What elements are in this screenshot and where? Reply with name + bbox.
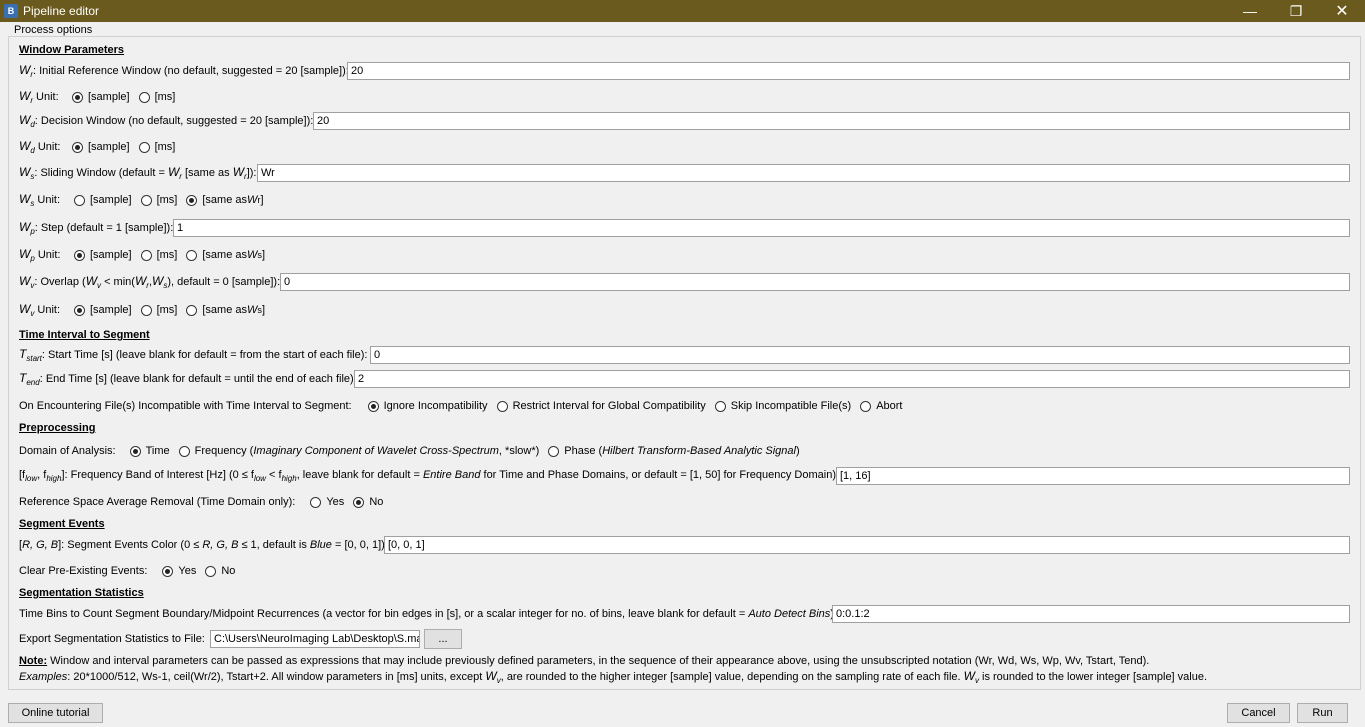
clear-events-row: Clear Pre-Existing Events: Yes No [19, 565, 236, 577]
fband-label: [flow, fhigh]: Frequency Band of Interes… [19, 469, 840, 483]
wr-unit-row: Wr Unit: [sample] [ms] [19, 89, 176, 105]
tend-label: Tend: End Time [s] (leave blank for defa… [19, 371, 357, 387]
wp-unit-sample-radio[interactable]: [sample] [74, 249, 132, 261]
wv-unit-sample-radio[interactable]: [sample] [74, 304, 132, 316]
incompat-row: On Encountering File(s) Incompatible wit… [19, 400, 903, 412]
wv-input[interactable]: 0 [280, 273, 1350, 291]
section-segmentation-statistics: Segmentation Statistics [19, 587, 144, 599]
section-window-parameters: Window Parameters [19, 44, 125, 56]
wp-input[interactable]: 1 [173, 219, 1350, 237]
refspace-yes-radio[interactable]: Yes [310, 496, 344, 508]
wp-label: Wp: Step (default = 1 [sample]): [19, 220, 174, 236]
wv-unit-row: Wv Unit: [sample] [ms] [same as Ws] [19, 302, 266, 318]
ws-unit-ms-radio[interactable]: [ms] [140, 194, 177, 206]
group-title: Process options [12, 24, 95, 36]
timebins-label: Time Bins to Count Segment Boundary/Midp… [19, 608, 837, 620]
clear-events-no-radio[interactable]: No [205, 565, 235, 577]
tstart-label: Tstart: Start Time [s] (leave blank for … [19, 347, 368, 363]
wr-unit-ms-radio[interactable]: [ms] [138, 91, 175, 103]
ws-label: Ws: Sliding Window (default = Wr [same a… [19, 165, 257, 181]
domain-time-radio[interactable]: Time [129, 445, 170, 457]
ws-unit-row: Ws Unit: [sample] [ms] [same as Wr] [19, 192, 264, 208]
fband-input[interactable]: [1, 16] [836, 467, 1350, 485]
section-time-interval: Time Interval to Segment [19, 329, 150, 341]
run-button[interactable]: Run [1297, 703, 1348, 723]
section-segment-events: Segment Events [19, 518, 105, 530]
wd-label: Wd: Decision Window (no default, suggest… [19, 113, 314, 129]
wp-unit-row: Wp Unit: [sample] [ms] [same as Ws] [19, 247, 266, 263]
refspace-no-radio[interactable]: No [353, 496, 383, 508]
timebins-input[interactable]: 0:0.1:2 [832, 605, 1350, 623]
domain-phase-radio[interactable]: Phase (Hilbert Transform-Based Analytic … [548, 445, 800, 457]
export-label: Export Segmentation Statistics to File: [19, 633, 205, 645]
tend-input[interactable]: 2 [354, 370, 1350, 388]
window-title: Pipeline editor [23, 4, 100, 18]
wr-input[interactable]: 20 [347, 62, 1350, 80]
ws-unit-same-as-wr-radio[interactable]: [same as Wr] [186, 194, 264, 206]
ignore-incompat-radio[interactable]: Ignore Incompatibility [367, 400, 488, 412]
clear-events-yes-radio[interactable]: Yes [162, 565, 196, 577]
wd-unit-sample-radio[interactable]: [sample] [72, 141, 130, 153]
domain-row: Domain of Analysis: Time Frequency (Imag… [19, 445, 800, 457]
refspace-row: Reference Space Average Removal (Time Do… [19, 496, 384, 508]
skip-incompat-radio[interactable]: Skip Incompatible File(s) [714, 400, 851, 412]
maximize-icon[interactable]: ❐ [1273, 0, 1319, 22]
rgb-label: [R, G, B]: Segment Events Color (0 ≤ R, … [19, 539, 388, 551]
section-preprocessing: Preprocessing [19, 422, 96, 434]
wv-unit-same-as-ws-radio[interactable]: [same as Ws] [186, 304, 265, 316]
close-icon[interactable]: ✕ [1319, 0, 1365, 22]
cancel-button[interactable]: Cancel [1227, 703, 1290, 723]
rgb-input[interactable]: [0, 0, 1] [384, 536, 1350, 554]
wp-unit-same-as-ws-radio[interactable]: [same as Ws] [186, 249, 265, 261]
online-tutorial-button[interactable]: Online tutorial [8, 703, 103, 723]
note-line-2: Examples: 20*1000/512, Ws-1, ceil(Wr/2),… [19, 669, 1208, 686]
restrict-interval-radio[interactable]: Restrict Interval for Global Compatibili… [496, 400, 706, 412]
browse-button[interactable]: ... [424, 629, 462, 649]
ws-unit-sample-radio[interactable]: [sample] [74, 194, 132, 206]
tstart-input[interactable]: 0 [370, 346, 1350, 364]
export-file-input[interactable]: C:\Users\NeuroImaging Lab\Desktop\S.mat [210, 630, 420, 648]
wd-unit-ms-radio[interactable]: [ms] [138, 141, 175, 153]
wd-input[interactable]: 20 [313, 112, 1350, 130]
domain-frequency-radio[interactable]: Frequency (Imaginary Component of Wavele… [178, 445, 539, 457]
brainstorm-logo-icon: B [4, 4, 18, 18]
wv-label: Wv: Overlap (Wv < min(Wr,Ws), default = … [19, 274, 281, 290]
wp-unit-ms-radio[interactable]: [ms] [140, 249, 177, 261]
wd-unit-row: Wd Unit: [sample] [ms] [19, 139, 176, 155]
minimize-icon[interactable]: — [1227, 0, 1273, 22]
note-line-1: Note: Window and interval parameters can… [19, 655, 1150, 667]
ws-input[interactable]: Wr [257, 164, 1350, 182]
wv-unit-ms-radio[interactable]: [ms] [140, 304, 177, 316]
title-bar: B Pipeline editor — ❐ ✕ [0, 0, 1365, 22]
wr-label: Wr: Initial Reference Window (no default… [19, 63, 349, 79]
abort-radio[interactable]: Abort [860, 400, 902, 412]
wr-unit-sample-radio[interactable]: [sample] [72, 91, 130, 103]
